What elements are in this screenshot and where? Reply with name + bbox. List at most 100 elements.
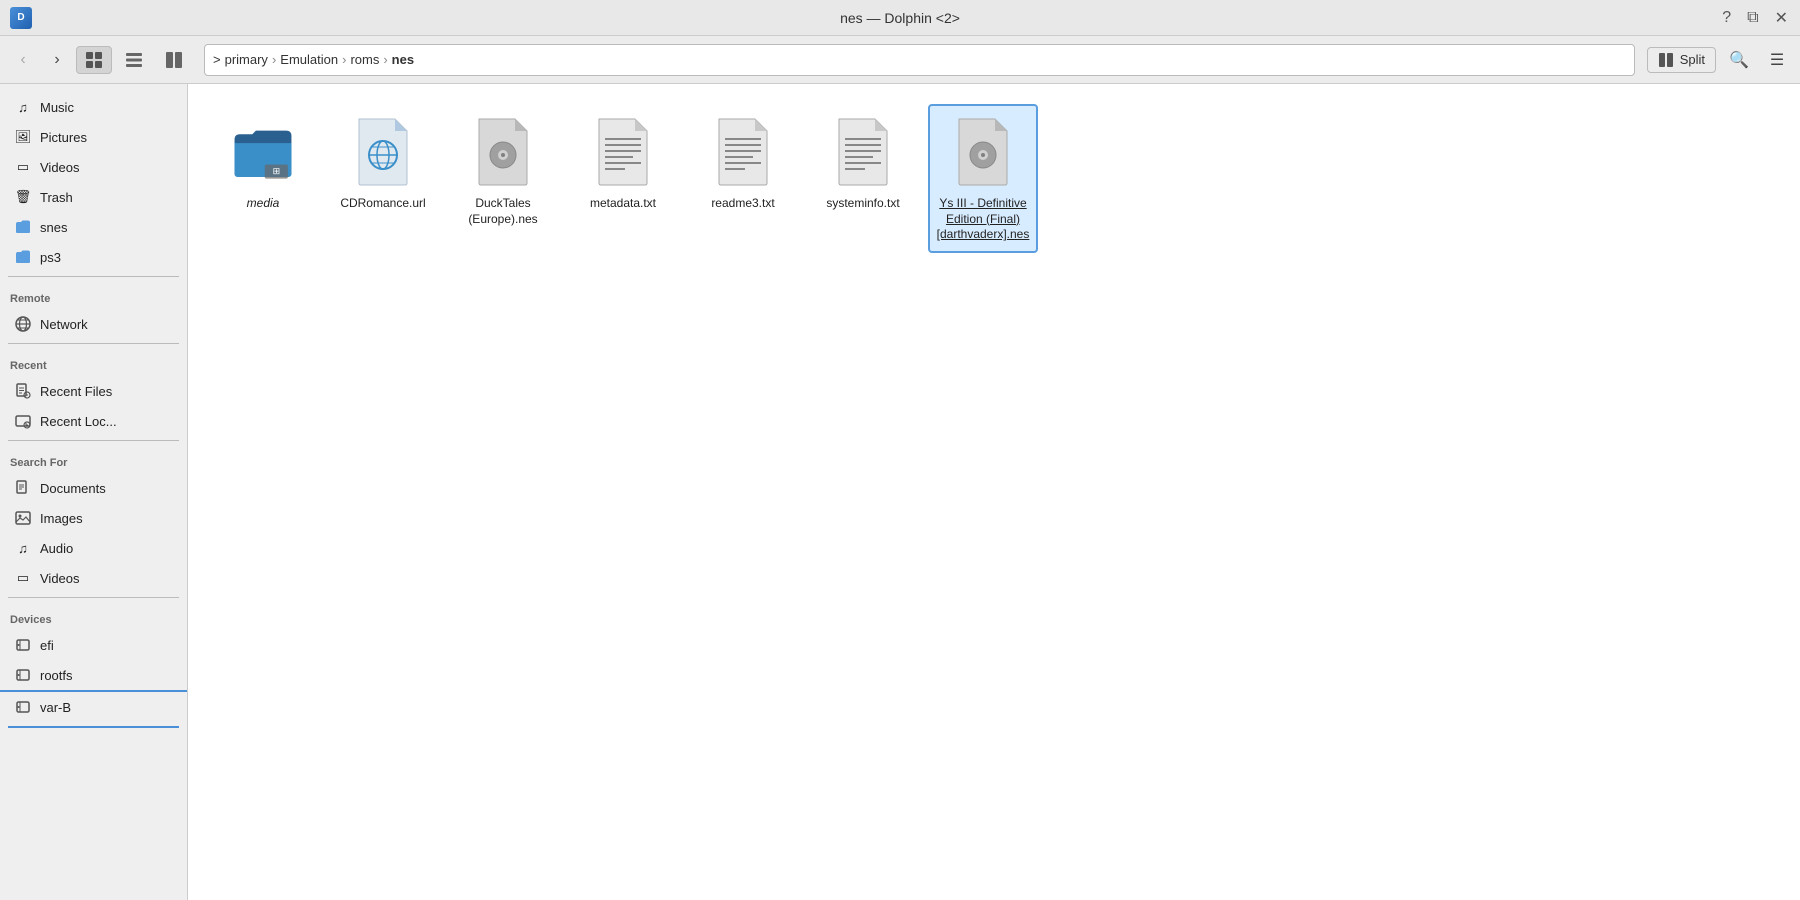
sidebar-label-ps3: ps3: [40, 250, 61, 265]
split-button[interactable]: Split: [1647, 47, 1716, 73]
recent-files-icon: [14, 382, 32, 400]
menu-button[interactable]: ☰: [1762, 45, 1792, 75]
sidebar-section-remote: Remote: [0, 281, 187, 309]
sidebar-label-videos-search: Videos: [40, 571, 80, 586]
varb-icon: [14, 698, 32, 716]
sidebar-item-trash[interactable]: 🗑 Trash: [0, 182, 187, 212]
sidebar-item-rootfs[interactable]: rootfs: [0, 660, 187, 690]
media-name: media: [247, 196, 280, 212]
sidebar-item-images[interactable]: Images: [0, 503, 187, 533]
metadata-name: metadata.txt: [590, 196, 656, 212]
toolbar-right: Split 🔍 ☰: [1647, 45, 1792, 75]
recent-locations-icon: [14, 412, 32, 430]
images-icon: [14, 509, 32, 527]
sidebar-item-music[interactable]: ♫ Music: [0, 92, 187, 122]
sidebar-item-ps3[interactable]: ps3: [0, 242, 187, 272]
pictures-icon: 🖼: [14, 128, 32, 146]
window-controls: ? ⧉ ✕: [1722, 8, 1788, 28]
back-button[interactable]: ‹: [8, 45, 38, 75]
search-button[interactable]: 🔍: [1724, 45, 1754, 75]
sidebar-label-images: Images: [40, 511, 83, 526]
help-icon[interactable]: ?: [1722, 9, 1731, 27]
toolbar: ‹ › > primary › Emulation › roms › nes: [0, 36, 1800, 84]
sidebar-divider-2: [8, 343, 179, 344]
music-icon: ♫: [14, 98, 32, 116]
sidebar-item-documents[interactable]: Documents: [0, 473, 187, 503]
breadcrumb-emulation[interactable]: Emulation: [280, 52, 338, 67]
cdromance-name: CDRomance.url: [340, 196, 425, 212]
restore-icon[interactable]: ⧉: [1747, 9, 1758, 27]
sidebar-divider-varb: [8, 726, 179, 728]
file-item-cdromance[interactable]: CDRomance.url: [328, 104, 438, 253]
cdromance-icon: [351, 116, 415, 188]
sidebar-label-rootfs: rootfs: [40, 668, 73, 683]
file-area: ⊞ media: [188, 84, 1800, 900]
sidebar-item-audio[interactable]: ♫ Audio: [0, 533, 187, 563]
sidebar-label-audio: Audio: [40, 541, 73, 556]
file-grid: ⊞ media: [208, 104, 1780, 253]
list-view-button[interactable]: [116, 46, 152, 74]
sidebar-label-network: Network: [40, 317, 88, 332]
app-logo: D: [10, 7, 32, 29]
main-content: ♫ Music 🖼 Pictures ▭ Videos 🗑 Trash snes: [0, 84, 1800, 900]
ducktales-name: DuckTales (Europe).nes: [456, 196, 550, 227]
sidebar-item-recent-locations[interactable]: Recent Loc...: [0, 406, 187, 436]
systeminfo-icon: [831, 116, 895, 188]
media-folder-icon: ⊞: [231, 116, 295, 188]
breadcrumb-roms[interactable]: roms: [350, 52, 379, 67]
readme3-icon: [711, 116, 775, 188]
sidebar-item-pictures[interactable]: 🖼 Pictures: [0, 122, 187, 152]
readme3-name: readme3.txt: [711, 196, 774, 212]
split-label: Split: [1680, 52, 1705, 67]
file-item-readme3[interactable]: readme3.txt: [688, 104, 798, 253]
ys3-name: Ys III - Definitive Edition (Final) [dar…: [936, 196, 1030, 243]
sidebar-divider-3: [8, 440, 179, 441]
snes-folder-icon: [14, 218, 32, 236]
sidebar-item-videos-search[interactable]: ▭ Videos: [0, 563, 187, 593]
sidebar-label-trash: Trash: [40, 190, 73, 205]
breadcrumb-primary[interactable]: primary: [225, 52, 268, 67]
sidebar-divider-4: [8, 597, 179, 598]
sidebar-label-pictures: Pictures: [40, 130, 87, 145]
svg-text:⊞: ⊞: [273, 166, 280, 176]
close-icon[interactable]: ✕: [1775, 8, 1788, 28]
trash-icon: 🗑: [14, 188, 32, 206]
sidebar-item-recent-files[interactable]: Recent Files: [0, 376, 187, 406]
window-title: nes — Dolphin <2>: [840, 10, 960, 26]
sidebar-section-recent: Recent: [0, 348, 187, 376]
split-view-icon-button[interactable]: [156, 46, 192, 74]
network-icon: [14, 315, 32, 333]
sidebar-label-music: Music: [40, 100, 74, 115]
breadcrumb[interactable]: > primary › Emulation › roms › nes: [204, 44, 1635, 76]
breadcrumb-nes: nes: [392, 52, 414, 67]
file-item-media[interactable]: ⊞ media: [208, 104, 318, 253]
split-button-icon: [1658, 52, 1674, 68]
ps3-folder-icon: [14, 248, 32, 266]
sidebar: ♫ Music 🖼 Pictures ▭ Videos 🗑 Trash snes: [0, 84, 188, 900]
breadcrumb-prefix: >: [213, 52, 221, 67]
efi-icon: [14, 636, 32, 654]
sidebar-label-snes: snes: [40, 220, 67, 235]
sidebar-item-efi[interactable]: efi: [0, 630, 187, 660]
file-item-systeminfo[interactable]: systeminfo.txt: [808, 104, 918, 253]
videos-search-icon: ▭: [14, 569, 32, 587]
split-view-icon: [165, 51, 183, 69]
sidebar-label-recent-files: Recent Files: [40, 384, 112, 399]
sidebar-divider-1: [8, 276, 179, 277]
ys3-icon: [951, 116, 1015, 188]
sidebar-item-snes[interactable]: snes: [0, 212, 187, 242]
systeminfo-name: systeminfo.txt: [826, 196, 899, 212]
rootfs-icon: [14, 666, 32, 684]
documents-icon: [14, 479, 32, 497]
videos-icon: ▭: [14, 158, 32, 176]
audio-icon: ♫: [14, 539, 32, 557]
icon-view-button[interactable]: [76, 46, 112, 74]
forward-button[interactable]: ›: [42, 45, 72, 75]
sidebar-item-videos[interactable]: ▭ Videos: [0, 152, 187, 182]
file-item-metadata[interactable]: metadata.txt: [568, 104, 678, 253]
titlebar: D nes — Dolphin <2> ? ⧉ ✕: [0, 0, 1800, 36]
sidebar-item-network[interactable]: Network: [0, 309, 187, 339]
sidebar-item-varb[interactable]: var-B: [0, 692, 187, 722]
file-item-ys3[interactable]: Ys III - Definitive Edition (Final) [dar…: [928, 104, 1038, 253]
file-item-ducktales[interactable]: DuckTales (Europe).nes: [448, 104, 558, 253]
